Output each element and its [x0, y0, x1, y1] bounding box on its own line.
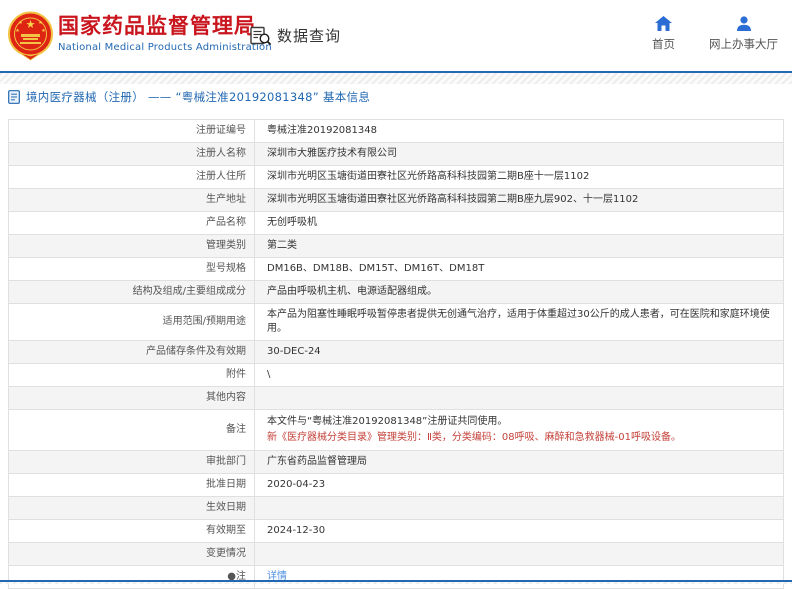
table-row: 管理类别第二类: [9, 235, 784, 258]
info-table-body: 注册证编号粤械注准20192081348注册人名称深圳市大雅医疗技术有限公司注册…: [9, 120, 784, 589]
org-title-block: 国家药品监督管理局 National Medical Products Admi…: [58, 13, 272, 53]
row-value: 30-DEC-24: [255, 341, 784, 364]
row-label: 适用范围/预期用途: [9, 304, 255, 341]
table-row: 注册人住所深圳市光明区玉塘街道田寮社区光侨路高科科技园第二期B座十一层1102: [9, 166, 784, 189]
row-label: 生效日期: [9, 497, 255, 520]
svg-text:★: ★: [26, 18, 36, 31]
svg-text:★: ★: [38, 20, 43, 26]
row-label: 产品名称: [9, 212, 255, 235]
nav-home[interactable]: 首页: [652, 16, 675, 52]
table-row: ●注详情: [9, 566, 784, 589]
row-value: DM16B、DM18B、DM15T、DM16T、DM18T: [255, 258, 784, 281]
org-name-en: National Medical Products Administration: [58, 42, 272, 53]
row-value: [255, 543, 784, 566]
svg-text:★: ★: [41, 28, 46, 34]
row-value: 深圳市大雅医疗技术有限公司: [255, 143, 784, 166]
row-label: 批准日期: [9, 474, 255, 497]
decorative-stripe-band: [0, 73, 792, 84]
row-value: 无创呼吸机: [255, 212, 784, 235]
document-icon: [8, 90, 20, 104]
home-icon: [655, 16, 672, 31]
table-row: 适用范围/预期用途本产品为阻塞性睡眠呼吸暂停患者提供无创通气治疗，适用于体重超过…: [9, 304, 784, 341]
table-row: 附件\: [9, 364, 784, 387]
row-label: 生产地址: [9, 189, 255, 212]
registration-info-table: 注册证编号粤械注准20192081348注册人名称深圳市大雅医疗技术有限公司注册…: [8, 119, 784, 589]
remark-line: 本文件与“粤械注准20192081348”注册证共同使用。: [267, 414, 779, 430]
row-label: 注册证编号: [9, 120, 255, 143]
row-label: 产品储存条件及有效期: [9, 341, 255, 364]
row-value: 第二类: [255, 235, 784, 258]
row-value: 2020-04-23: [255, 474, 784, 497]
national-emblem-icon: ★ ★ ★ ★ ★: [8, 9, 53, 67]
row-value: 产品由呼吸机主机、电源适配器组成。: [255, 281, 784, 304]
table-row: 产品名称无创呼吸机: [9, 212, 784, 235]
table-row: 备注本文件与“粤械注准20192081348”注册证共同使用。新《医疗器械分类目…: [9, 410, 784, 451]
table-row: 审批部门广东省药品监督管理局: [9, 451, 784, 474]
row-label: 结构及组成/主要组成成分: [9, 281, 255, 304]
row-value: 深圳市光明区玉塘街道田寮社区光侨路高科科技园第二期B座九层902、十一层1102: [255, 189, 784, 212]
svg-text:★: ★: [15, 28, 20, 34]
page-title: 境内医疗器械（注册） —— “粤械注准20192081348” 基本信息: [26, 89, 370, 105]
row-label: 审批部门: [9, 451, 255, 474]
row-value: [255, 497, 784, 520]
row-label: 注册人名称: [9, 143, 255, 166]
table-row: 有效期至2024-12-30: [9, 520, 784, 543]
nav-service-hall-label: 网上办事大厅: [709, 36, 778, 52]
row-value: [255, 387, 784, 410]
data-query-label: 数据查询: [277, 25, 341, 46]
remark-line: 新《医疗器械分类目录》管理类别：Ⅱ类，分类编码：08呼吸、麻醉和急救器械-01呼…: [267, 430, 779, 446]
row-label: ●注: [9, 566, 255, 589]
table-row: 变更情况: [9, 543, 784, 566]
row-value: 粤械注准20192081348: [255, 120, 784, 143]
table-row: 产品储存条件及有效期30-DEC-24: [9, 341, 784, 364]
row-value: \: [255, 364, 784, 387]
row-value: 深圳市光明区玉塘街道田寮社区光侨路高科科技园第二期B座十一层1102: [255, 166, 784, 189]
breadcrumb: 境内医疗器械（注册） —— “粤械注准20192081348” 基本信息: [8, 86, 370, 108]
row-value: 详情: [255, 566, 784, 589]
row-label: 注册人住所: [9, 166, 255, 189]
row-label: 其他内容: [9, 387, 255, 410]
row-label: 备注: [9, 410, 255, 451]
row-label: 管理类别: [9, 235, 255, 258]
top-navigation: 首页 网上办事大厅: [652, 16, 778, 52]
table-row: 其他内容: [9, 387, 784, 410]
row-label: 附件: [9, 364, 255, 387]
row-label: 有效期至: [9, 520, 255, 543]
document-search-icon: [250, 26, 272, 46]
row-label: 型号规格: [9, 258, 255, 281]
table-row: 生效日期: [9, 497, 784, 520]
row-value: 广东省药品监督管理局: [255, 451, 784, 474]
row-value: 本文件与“粤械注准20192081348”注册证共同使用。新《医疗器械分类目录》…: [255, 410, 784, 451]
table-row: 注册人名称深圳市大雅医疗技术有限公司: [9, 143, 784, 166]
table-row: 型号规格DM16B、DM18B、DM15T、DM16T、DM18T: [9, 258, 784, 281]
nav-home-label: 首页: [652, 36, 675, 52]
table-row: 批准日期2020-04-23: [9, 474, 784, 497]
svg-text:★: ★: [18, 20, 23, 26]
table-row: 生产地址深圳市光明区玉塘街道田寮社区光侨路高科科技园第二期B座九层902、十一层…: [9, 189, 784, 212]
org-name-cn: 国家药品监督管理局: [58, 13, 272, 39]
table-row: 结构及组成/主要组成成分产品由呼吸机主机、电源适配器组成。: [9, 281, 784, 304]
row-value: 本产品为阻塞性睡眠呼吸暂停患者提供无创通气治疗，适用于体重超过30公斤的成人患者…: [255, 304, 784, 341]
site-header: ★ ★ ★ ★ ★ 国家药品监督管理局 National Medical Pro…: [0, 0, 792, 71]
data-query-button[interactable]: 数据查询: [250, 25, 341, 46]
nav-service-hall[interactable]: 网上办事大厅: [709, 16, 778, 52]
person-icon: [736, 16, 752, 31]
table-row: 注册证编号粤械注准20192081348: [9, 120, 784, 143]
row-value: 2024-12-30: [255, 520, 784, 543]
row-label: 变更情况: [9, 543, 255, 566]
